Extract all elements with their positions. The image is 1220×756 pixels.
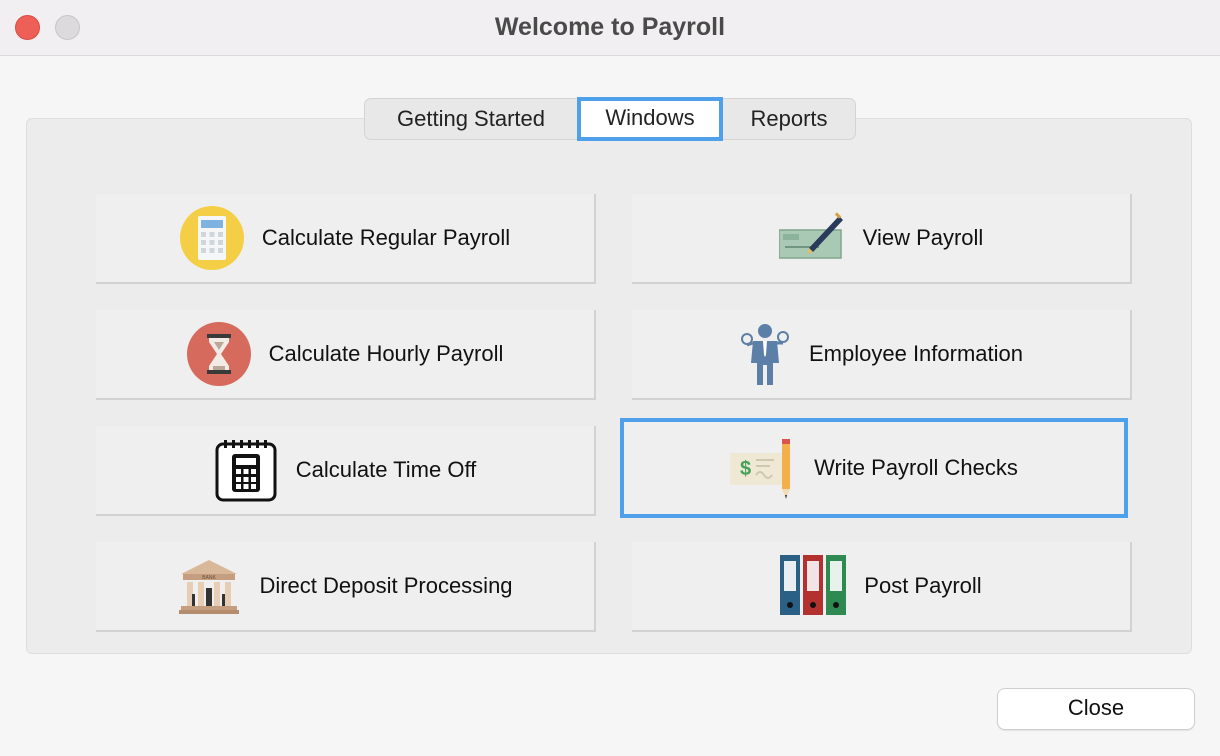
svg-text:$: $	[740, 458, 751, 480]
binders-icon	[780, 555, 847, 617]
bank-icon: BANK	[177, 554, 241, 618]
calculate-hourly-payroll-button[interactable]: Calculate Hourly Payroll	[96, 310, 596, 400]
calculate-hourly-payroll-label: Calculate Hourly Payroll	[268, 341, 504, 366]
employee-information-button[interactable]: Employee Information	[632, 310, 1132, 400]
tab-reports[interactable]: Reports	[723, 99, 855, 139]
employee-icon	[739, 321, 791, 387]
calendar-calculator-icon	[214, 438, 278, 502]
hourglass-icon	[186, 322, 251, 386]
view-payroll-label: View Payroll	[862, 225, 984, 250]
tab-windows[interactable]: Windows	[577, 97, 723, 141]
write-payroll-checks-label: Write Payroll Checks	[814, 455, 1018, 480]
calculator-icon	[179, 206, 244, 270]
check-pencil-icon: $	[730, 435, 796, 501]
title-bar: Welcome to Payroll	[0, 0, 1220, 56]
svg-text:BANK: BANK	[203, 575, 217, 581]
calculate-regular-payroll-button[interactable]: Calculate Regular Payroll	[96, 194, 596, 284]
calculate-regular-payroll-label: Calculate Regular Payroll	[261, 225, 511, 250]
post-payroll-button[interactable]: Post Payroll	[632, 542, 1132, 632]
check-pen-icon	[778, 212, 845, 264]
tab-getting-started[interactable]: Getting Started	[365, 99, 577, 139]
direct-deposit-processing-label: Direct Deposit Processing	[259, 573, 513, 598]
post-payroll-label: Post Payroll	[864, 573, 982, 598]
payroll-welcome-window: Welcome to Payroll Getting Started Windo…	[0, 0, 1220, 756]
calculate-time-off-button[interactable]: Calculate Time Off	[96, 426, 596, 516]
close-button[interactable]: Close	[997, 688, 1195, 730]
employee-information-label: Employee Information	[809, 341, 1023, 366]
tab-bar: Getting Started Windows Reports	[364, 97, 856, 141]
direct-deposit-processing-button[interactable]: BANK Direct Deposit Processing	[96, 542, 596, 632]
calculate-time-off-label: Calculate Time Off	[295, 457, 477, 482]
write-payroll-checks-button[interactable]: $ Write Payroll Checks	[620, 418, 1128, 518]
window-title: Welcome to Payroll	[494, 13, 726, 41]
view-payroll-button[interactable]: View Payroll	[632, 194, 1132, 284]
